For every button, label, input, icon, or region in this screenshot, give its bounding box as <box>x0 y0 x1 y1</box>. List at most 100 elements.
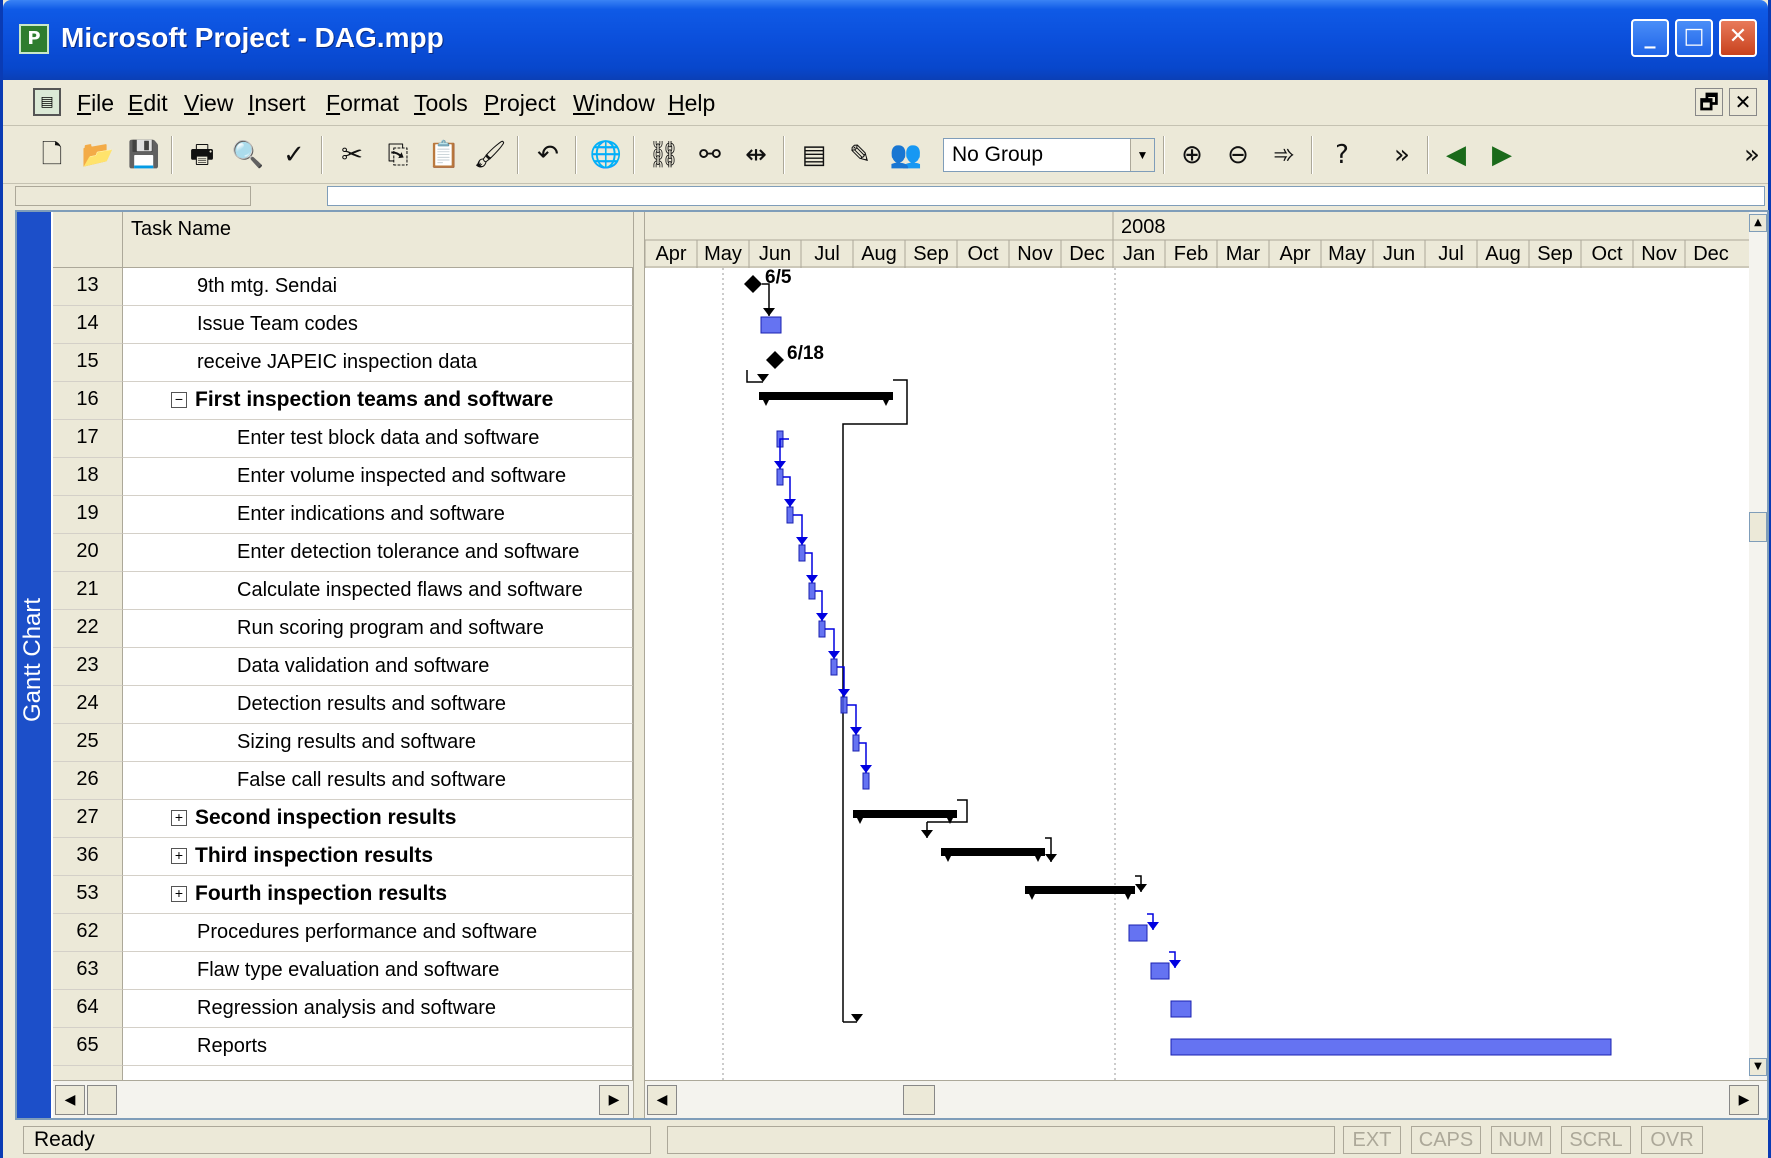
task-notes-icon[interactable]: ✎ <box>841 136 879 174</box>
row-id[interactable]: 25 <box>53 724 123 762</box>
task-name[interactable]: False call results and software <box>123 762 633 800</box>
view-bar[interactable]: Gantt Chart <box>17 212 51 1118</box>
row-id[interactable]: 15 <box>53 344 123 382</box>
table-horizontal-scrollbar[interactable]: ◀ ▶ <box>53 1080 633 1118</box>
row-id[interactable]: 18 <box>53 458 123 496</box>
task-name[interactable]: Detection results and software <box>123 686 633 724</box>
row-id[interactable]: 13 <box>53 268 123 306</box>
more-buttons-icon[interactable]: » <box>1383 136 1421 174</box>
copy-icon[interactable]: ⎘ <box>379 136 417 174</box>
row-id[interactable]: 65 <box>53 1028 123 1066</box>
vertical-scrollbar[interactable]: ▲ ▼ <box>1749 212 1767 1080</box>
task-name[interactable]: Calculate inspected flaws and software <box>123 572 633 610</box>
save-icon[interactable]: 💾 <box>125 136 163 174</box>
chart-scroll-right-icon[interactable]: ▶ <box>1729 1085 1759 1115</box>
menu-tools[interactable]: Tools <box>414 90 468 117</box>
menu-project[interactable]: Project <box>484 90 556 117</box>
row-id[interactable]: 24 <box>53 686 123 724</box>
task-name[interactable]: Enter indications and software <box>123 496 633 534</box>
row-id[interactable]: 27 <box>53 800 123 838</box>
print-preview-icon[interactable]: 🔍 <box>229 136 267 174</box>
task-name[interactable]: Flaw type evaluation and software <box>123 952 633 990</box>
task-name[interactable]: Regression analysis and software <box>123 990 633 1028</box>
format-painter-icon[interactable]: 🖌 <box>471 136 509 174</box>
menu-view[interactable]: View <box>184 90 233 117</box>
table-row[interactable]: 62 Procedures performance and software <box>53 914 633 952</box>
task-name[interactable]: Sizing results and software <box>123 724 633 762</box>
summary-task-name[interactable]: + Fourth inspection results <box>123 876 633 914</box>
scroll-left-arrow-icon[interactable]: ◀ <box>55 1085 85 1115</box>
link-tasks-icon[interactable]: ⛓ <box>645 136 683 174</box>
menu-help[interactable]: Help <box>668 90 715 117</box>
task-name[interactable]: Enter volume inspected and software <box>123 458 633 496</box>
summary-task-name[interactable]: + Third inspection results <box>123 838 633 876</box>
menu-window[interactable]: Window <box>573 90 655 117</box>
table-row[interactable]: 63 Flaw type evaluation and software <box>53 952 633 990</box>
minimize-button[interactable]: _ <box>1631 19 1669 57</box>
row-id[interactable]: 17 <box>53 420 123 458</box>
new-icon[interactable]: 🗋 <box>33 136 71 174</box>
row-id[interactable]: 20 <box>53 534 123 572</box>
row-id[interactable]: 16 <box>53 382 123 420</box>
summary-task-name[interactable]: − First inspection teams and software <box>123 382 633 420</box>
task-name[interactable]: Issue Team codes <box>123 306 633 344</box>
table-row[interactable]: 15 receive JAPEIC inspection data <box>53 344 633 382</box>
task-name[interactable]: 9th mtg. Sendai <box>123 268 633 306</box>
table-row[interactable]: 53 + Fourth inspection results <box>53 876 633 914</box>
close-document-button[interactable]: ✕ <box>1729 88 1757 116</box>
zoom-out-icon[interactable]: ⊖ <box>1219 136 1257 174</box>
menu-format[interactable]: Format <box>326 90 399 117</box>
table-row[interactable]: 26 False call results and software <box>53 762 633 800</box>
undo-icon[interactable]: ↶ <box>529 136 567 174</box>
row-id[interactable]: 36 <box>53 838 123 876</box>
scroll-right-arrow-icon[interactable]: ▶ <box>599 1085 629 1115</box>
table-row[interactable]: 36 + Third inspection results <box>53 838 633 876</box>
chevron-down-icon[interactable]: ▼ <box>1130 139 1154 171</box>
task-name-header[interactable]: Task Name <box>123 212 633 268</box>
table-row[interactable]: 64 Regression analysis and software <box>53 990 633 1028</box>
spelling-icon[interactable]: ✓ <box>275 136 313 174</box>
group-by-select[interactable]: No Group ▼ <box>943 138 1155 172</box>
task-name[interactable]: Reports <box>123 1028 633 1066</box>
table-row[interactable]: 13 9th mtg. Sendai <box>53 268 633 306</box>
document-icon[interactable]: ▤ <box>33 88 61 116</box>
table-row[interactable]: 19 Enter indications and software <box>53 496 633 534</box>
pane-splitter[interactable] <box>633 212 645 1118</box>
table-row[interactable]: 22 Run scoring program and software <box>53 610 633 648</box>
table-row[interactable]: 20 Enter detection tolerance and software <box>53 534 633 572</box>
maximize-button[interactable]: □ <box>1675 19 1713 57</box>
id-column-header[interactable] <box>53 212 123 268</box>
task-name[interactable]: Enter test block data and software <box>123 420 633 458</box>
table-row[interactable]: 23 Data validation and software <box>53 648 633 686</box>
task-name[interactable]: Procedures performance and software <box>123 914 633 952</box>
table-row[interactable]: 21 Calculate inspected flaws and software <box>53 572 633 610</box>
row-id[interactable]: 14 <box>53 306 123 344</box>
menu-insert[interactable]: Insert <box>248 90 306 117</box>
scroll-up-icon[interactable]: ▲ <box>1749 214 1767 232</box>
gantt-chart-pane[interactable]: 2008 Apr May Jun Jul Aug Sep Oct Nov Dec Jan Feb Mar… <box>645 212 1749 1080</box>
table-row[interactable]: 16− First inspection teams and software <box>53 382 633 420</box>
hyperlink-icon[interactable]: 🌐 <box>587 136 625 174</box>
zoom-in-icon[interactable]: ⊕ <box>1173 136 1211 174</box>
menu-file[interactable]: File <box>77 90 114 117</box>
chart-horizontal-scrollbar[interactable]: ◀ ▶ <box>645 1080 1767 1118</box>
assign-resources-icon[interactable]: 👥 <box>887 136 925 174</box>
toolbar-options-icon[interactable]: » <box>1733 136 1771 174</box>
vertical-scroll-thumb[interactable] <box>1749 512 1767 542</box>
help-icon[interactable]: ? <box>1323 136 1361 174</box>
menu-edit[interactable]: Edit <box>128 90 168 117</box>
chart-scroll-thumb[interactable] <box>903 1085 935 1115</box>
table-row[interactable]: 17 Enter test block data and software <box>53 420 633 458</box>
summary-task-name[interactable]: + Second inspection results <box>123 800 633 838</box>
row-id[interactable]: 19 <box>53 496 123 534</box>
task-name[interactable]: Enter detection tolerance and software <box>123 534 633 572</box>
cut-icon[interactable]: ✂ <box>333 136 371 174</box>
table-row[interactable]: 24 Detection results and software <box>53 686 633 724</box>
row-id[interactable]: 53 <box>53 876 123 914</box>
row-id[interactable]: 26 <box>53 762 123 800</box>
open-icon[interactable]: 📂 <box>79 136 117 174</box>
title-bar[interactable]: P Microsoft Project - DAG.mpp _ □ ✕ <box>3 0 1768 80</box>
print-icon[interactable]: 🖶 <box>183 136 221 174</box>
expand-icon[interactable]: + <box>171 810 187 827</box>
restore-document-button[interactable]: 🗗 <box>1695 88 1723 116</box>
